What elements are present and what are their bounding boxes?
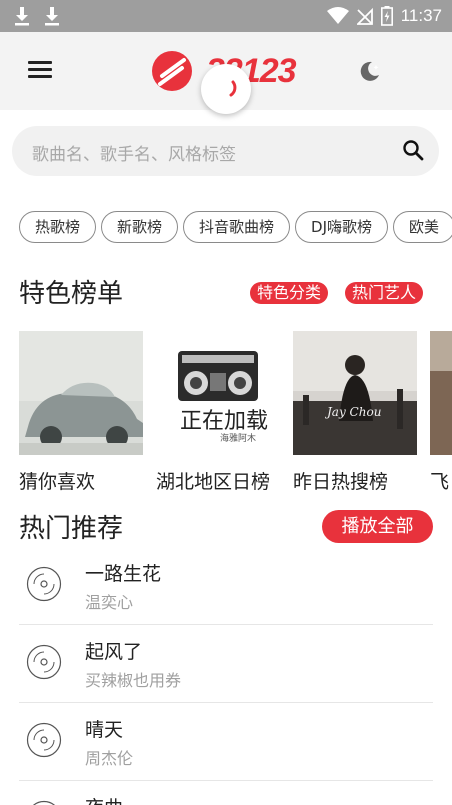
song-title: 夜曲 — [85, 793, 123, 805]
song-row[interactable]: 夜曲 — [19, 781, 433, 805]
cover-image: Jay Chou — [293, 331, 417, 455]
download-icon — [45, 7, 59, 26]
chart-card-partial[interactable]: 飞 — [430, 331, 452, 494]
cover-image — [19, 331, 143, 455]
menu-icon[interactable] — [28, 61, 52, 81]
featured-category-tag[interactable]: 特色分类 — [250, 282, 329, 304]
song-artist: 周杰伦 — [85, 749, 134, 768]
wifi-icon — [326, 7, 349, 24]
download-icon — [15, 7, 29, 26]
chart-chip-row: 热歌榜 新歌榜 抖音歌曲榜 DJ嗨歌榜 欧美 — [19, 211, 452, 245]
chart-card-title: 飞 — [430, 471, 450, 493]
status-time: 11:37 — [400, 6, 442, 25]
search-icon[interactable] — [401, 138, 425, 162]
disc-icon — [32, 800, 56, 805]
spinner-icon — [229, 80, 237, 97]
cover-subtext: 海雅阿木 — [220, 434, 257, 444]
featured-charts-list: 猜你喜欢 正在加载 海雅阿木 湖北地区日榜 Jay Chou 昨日热搜榜 飞 — [19, 331, 452, 496]
status-bar: 11:37 — [0, 0, 452, 32]
battery-charging-icon — [380, 6, 393, 26]
cover-image: 正在加载 海雅阿木 — [156, 331, 280, 455]
chip-western-songs[interactable]: 欧美 — [393, 211, 452, 243]
song-artist: 温奕心 — [85, 593, 134, 612]
play-all-button[interactable]: 播放全部 — [322, 510, 433, 543]
chip-new-songs[interactable]: 新歌榜 — [101, 211, 179, 243]
no-signal-icon — [356, 7, 373, 25]
night-mode-icon[interactable] — [358, 59, 382, 83]
song-title: 晴天 — [85, 719, 124, 741]
chart-card-title: 猜你喜欢 — [19, 471, 96, 493]
loading-spinner — [201, 64, 251, 114]
cover-image — [430, 331, 452, 455]
song-title: 一路生花 — [85, 563, 162, 585]
app-bar: 22123 — [0, 32, 452, 114]
chart-card-hubei-daily[interactable]: 正在加载 海雅阿木 湖北地区日榜 — [156, 331, 280, 494]
cover-text: Jay Chou — [327, 405, 382, 419]
song-title: 起风了 — [85, 641, 143, 663]
disc-icon — [26, 566, 62, 602]
search-input[interactable]: 歌曲名、歌手名、风格标签 — [12, 126, 439, 176]
hot-recommend-title: 热门推荐 — [19, 514, 124, 544]
chip-dj-songs[interactable]: DJ嗨歌榜 — [295, 211, 389, 243]
song-row[interactable]: 起风了 买辣椒也用券 — [19, 625, 433, 703]
song-artist: 买辣椒也用券 — [85, 671, 182, 690]
chart-card-guess-you-like[interactable]: 猜你喜欢 — [19, 331, 143, 494]
chart-card-title: 湖北地区日榜 — [156, 471, 271, 493]
featured-charts-title: 特色榜单 — [19, 279, 124, 309]
chip-hot-songs[interactable]: 热歌榜 — [19, 211, 97, 243]
chart-card-title: 昨日热搜榜 — [293, 471, 389, 493]
disc-icon — [26, 722, 62, 758]
song-row[interactable]: 一路生花 温奕心 — [19, 547, 433, 625]
chart-card-yesterday-trending[interactable]: Jay Chou 昨日热搜榜 — [293, 331, 417, 494]
disc-icon — [26, 644, 62, 680]
song-row[interactable]: 晴天 周杰伦 — [19, 703, 433, 781]
hot-artists-tag[interactable]: 热门艺人 — [345, 282, 424, 304]
chip-douyin-songs[interactable]: 抖音歌曲榜 — [183, 211, 291, 243]
search-placeholder: 歌曲名、歌手名、风格标签 — [32, 145, 236, 165]
